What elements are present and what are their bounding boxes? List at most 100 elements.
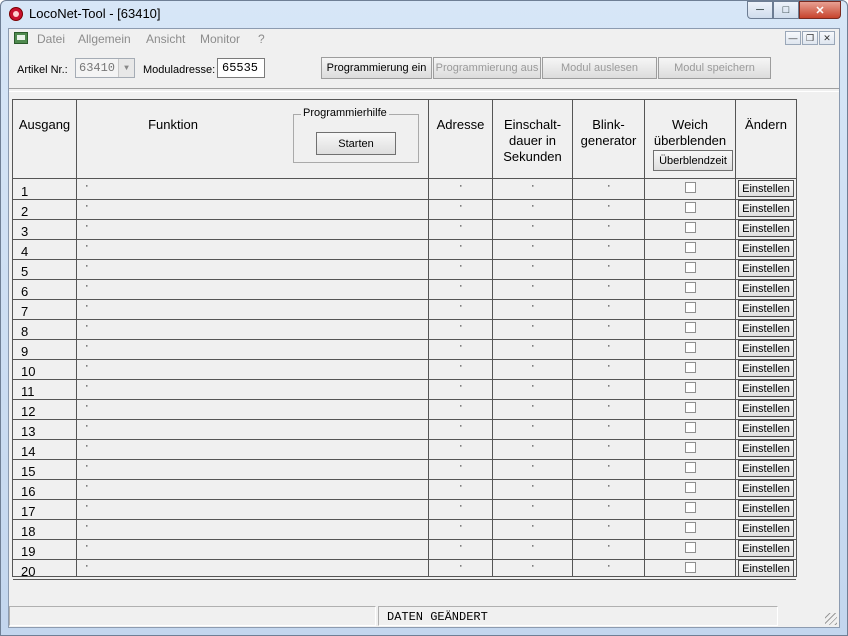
einstellen-button[interactable]: Einstellen bbox=[738, 520, 794, 537]
adresse-cell[interactable]: · bbox=[459, 380, 463, 392]
funktion-cell[interactable]: · bbox=[85, 560, 89, 572]
moduladresse-input[interactable]: 65535 bbox=[217, 58, 265, 78]
einstellen-button[interactable]: Einstellen bbox=[738, 440, 794, 457]
einstellen-button[interactable]: Einstellen bbox=[738, 300, 794, 317]
funktion-cell[interactable]: · bbox=[85, 520, 89, 532]
maximize-button[interactable]: □ bbox=[773, 1, 799, 19]
chevron-down-icon[interactable]: ▼ bbox=[118, 59, 134, 77]
funktion-cell[interactable]: · bbox=[85, 200, 89, 212]
adresse-cell[interactable]: · bbox=[459, 220, 463, 232]
einstellen-button[interactable]: Einstellen bbox=[738, 220, 794, 237]
adresse-cell[interactable]: · bbox=[459, 360, 463, 372]
menu-allgemein[interactable]: Allgemein bbox=[78, 32, 131, 46]
blinkgenerator-cell[interactable]: · bbox=[607, 400, 611, 412]
adresse-cell[interactable]: · bbox=[459, 340, 463, 352]
funktion-cell[interactable]: · bbox=[85, 280, 89, 292]
mdi-close-button[interactable]: ✕ bbox=[819, 31, 835, 45]
funktion-cell[interactable]: · bbox=[85, 220, 89, 232]
document-icon[interactable] bbox=[14, 32, 28, 44]
modul-auslesen-button[interactable]: Modul auslesen bbox=[542, 57, 657, 79]
programmierung-ein-button[interactable]: Programmierung ein bbox=[321, 57, 432, 79]
blinkgenerator-cell[interactable]: · bbox=[607, 440, 611, 452]
funktion-cell[interactable]: · bbox=[85, 440, 89, 452]
einstellen-button[interactable]: Einstellen bbox=[738, 540, 794, 557]
einschaltdauer-cell[interactable]: · bbox=[531, 500, 535, 512]
einstellen-button[interactable]: Einstellen bbox=[738, 480, 794, 497]
funktion-cell[interactable]: · bbox=[85, 320, 89, 332]
mdi-minimize-button[interactable]: — bbox=[785, 31, 801, 45]
einschaltdauer-cell[interactable]: · bbox=[531, 240, 535, 252]
funktion-cell[interactable]: · bbox=[85, 420, 89, 432]
menu-help[interactable]: ? bbox=[258, 32, 265, 46]
adresse-cell[interactable]: · bbox=[459, 400, 463, 412]
starten-button[interactable]: Starten bbox=[316, 132, 396, 155]
ueberblendzeit-button[interactable]: Überblendzeit bbox=[653, 150, 733, 171]
einstellen-button[interactable]: Einstellen bbox=[738, 360, 794, 377]
programmierung-aus-button[interactable]: Programmierung aus bbox=[433, 57, 541, 79]
blinkgenerator-cell[interactable]: · bbox=[607, 460, 611, 472]
mdi-restore-button[interactable]: ❐ bbox=[802, 31, 818, 45]
blinkgenerator-cell[interactable]: · bbox=[607, 340, 611, 352]
blinkgenerator-cell[interactable]: · bbox=[607, 200, 611, 212]
einschaltdauer-cell[interactable]: · bbox=[531, 560, 535, 572]
einschaltdauer-cell[interactable]: · bbox=[531, 180, 535, 192]
weich-ueberblenden-checkbox[interactable] bbox=[685, 562, 696, 573]
einstellen-button[interactable]: Einstellen bbox=[738, 400, 794, 417]
einstellen-button[interactable]: Einstellen bbox=[738, 260, 794, 277]
einschaltdauer-cell[interactable]: · bbox=[531, 380, 535, 392]
blinkgenerator-cell[interactable]: · bbox=[607, 500, 611, 512]
menu-ansicht[interactable]: Ansicht bbox=[146, 32, 185, 46]
funktion-cell[interactable]: · bbox=[85, 380, 89, 392]
weich-ueberblenden-checkbox[interactable] bbox=[685, 422, 696, 433]
einstellen-button[interactable]: Einstellen bbox=[738, 240, 794, 257]
weich-ueberblenden-checkbox[interactable] bbox=[685, 342, 696, 353]
menu-datei[interactable]: Datei bbox=[37, 32, 65, 46]
modul-speichern-button[interactable]: Modul speichern bbox=[658, 57, 771, 79]
blinkgenerator-cell[interactable]: · bbox=[607, 320, 611, 332]
weich-ueberblenden-checkbox[interactable] bbox=[685, 262, 696, 273]
einschaltdauer-cell[interactable]: · bbox=[531, 400, 535, 412]
einstellen-button[interactable]: Einstellen bbox=[738, 180, 794, 197]
einschaltdauer-cell[interactable]: · bbox=[531, 520, 535, 532]
blinkgenerator-cell[interactable]: · bbox=[607, 520, 611, 532]
einschaltdauer-cell[interactable]: · bbox=[531, 480, 535, 492]
einschaltdauer-cell[interactable]: · bbox=[531, 440, 535, 452]
adresse-cell[interactable]: · bbox=[459, 200, 463, 212]
weich-ueberblenden-checkbox[interactable] bbox=[685, 362, 696, 373]
weich-ueberblenden-checkbox[interactable] bbox=[685, 202, 696, 213]
funktion-cell[interactable]: · bbox=[85, 360, 89, 372]
close-button[interactable]: ✕ bbox=[799, 1, 841, 19]
adresse-cell[interactable]: · bbox=[459, 320, 463, 332]
blinkgenerator-cell[interactable]: · bbox=[607, 420, 611, 432]
funktion-cell[interactable]: · bbox=[85, 240, 89, 252]
einschaltdauer-cell[interactable]: · bbox=[531, 280, 535, 292]
einschaltdauer-cell[interactable]: · bbox=[531, 420, 535, 432]
einschaltdauer-cell[interactable]: · bbox=[531, 360, 535, 372]
adresse-cell[interactable]: · bbox=[459, 460, 463, 472]
adresse-cell[interactable]: · bbox=[459, 280, 463, 292]
weich-ueberblenden-checkbox[interactable] bbox=[685, 442, 696, 453]
einstellen-button[interactable]: Einstellen bbox=[738, 560, 794, 577]
resize-grip-icon[interactable] bbox=[825, 613, 837, 625]
einstellen-button[interactable]: Einstellen bbox=[738, 340, 794, 357]
einschaltdauer-cell[interactable]: · bbox=[531, 320, 535, 332]
adresse-cell[interactable]: · bbox=[459, 560, 463, 572]
blinkgenerator-cell[interactable]: · bbox=[607, 560, 611, 572]
funktion-cell[interactable]: · bbox=[85, 300, 89, 312]
weich-ueberblenden-checkbox[interactable] bbox=[685, 462, 696, 473]
adresse-cell[interactable]: · bbox=[459, 540, 463, 552]
funktion-cell[interactable]: · bbox=[85, 460, 89, 472]
funktion-cell[interactable]: · bbox=[85, 540, 89, 552]
funktion-cell[interactable]: · bbox=[85, 340, 89, 352]
adresse-cell[interactable]: · bbox=[459, 520, 463, 532]
einschaltdauer-cell[interactable]: · bbox=[531, 340, 535, 352]
weich-ueberblenden-checkbox[interactable] bbox=[685, 302, 696, 313]
title-bar[interactable]: LocoNet-Tool - [63410] ─ □ ✕ bbox=[1, 1, 847, 27]
einstellen-button[interactable]: Einstellen bbox=[738, 380, 794, 397]
weich-ueberblenden-checkbox[interactable] bbox=[685, 182, 696, 193]
blinkgenerator-cell[interactable]: · bbox=[607, 260, 611, 272]
blinkgenerator-cell[interactable]: · bbox=[607, 480, 611, 492]
adresse-cell[interactable]: · bbox=[459, 500, 463, 512]
weich-ueberblenden-checkbox[interactable] bbox=[685, 322, 696, 333]
weich-ueberblenden-checkbox[interactable] bbox=[685, 222, 696, 233]
